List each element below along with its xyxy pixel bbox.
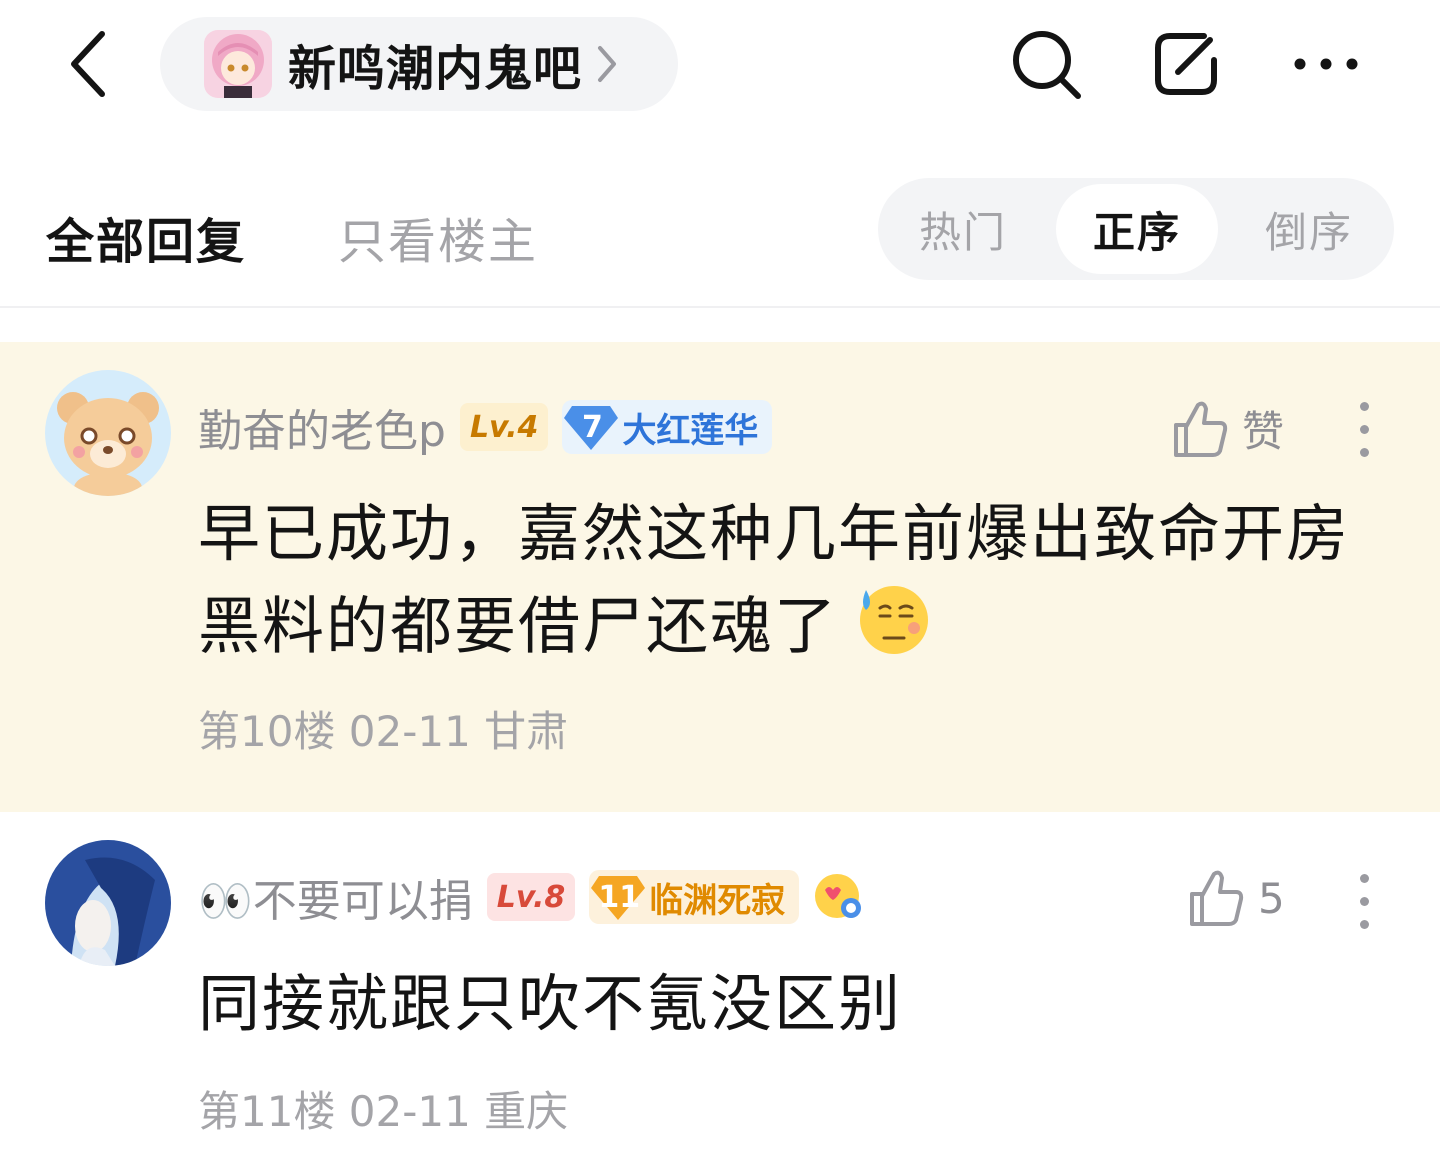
reply-item: 勤奋的老色p Lv.4 7 大红莲华 赞 早已成功，嘉然这种几年前爆出致命开房黑… [0,342,1440,812]
sweat-smile-emoji [854,580,930,681]
thumbs-up-icon [1190,870,1244,926]
reply-content: 早已成功，嘉然这种几年前爆出致命开房黑料的都要借尸还魂了 [198,488,1388,681]
share-icon [1155,33,1217,95]
thumbs-up-icon [1174,401,1228,457]
like-label: 赞 [1242,407,1285,456]
search-icon [1013,31,1081,99]
username[interactable]: 勤奋的老色p [198,395,446,459]
chevron-left-icon [71,31,105,97]
level-badge: Lv.4 [459,403,549,451]
member-title-badge: 7 大红莲华 [562,400,773,454]
level-badge: Lv.8 [486,873,576,921]
divider [0,306,1440,308]
like-count: 5 [1258,873,1285,923]
reply-more-button[interactable] [1344,394,1384,464]
like-button[interactable]: 赞 [1172,398,1284,459]
sort-hot[interactable]: 热门 [878,178,1048,280]
reply-content: 同接就跟只吹不氪没区别 [198,967,903,1040]
more-options-button[interactable] [1286,24,1366,104]
chevron-right-icon [596,44,618,84]
member-title: 大红莲华 [622,410,759,451]
avatar[interactable] [45,370,171,496]
share-button[interactable] [1146,24,1226,104]
sort-descending[interactable]: 倒序 [1224,178,1394,280]
member-title: 临渊死寂 [649,880,786,921]
reply-filter-bar: 全部回复 只看楼主 热门 正序 倒序 [0,170,1440,290]
back-button[interactable] [58,26,118,102]
avatar[interactable] [45,840,171,966]
reply-more-button[interactable] [1344,866,1384,936]
reply-meta: 第11楼 02-11 重庆 [198,1087,569,1136]
forum-link[interactable]: 新鸣潮内鬼吧 [160,17,678,111]
reply-item: 👀不要可以捐 Lv.8 11 临渊死寂 5 同接就跟只吹不氪没区别 第11楼 0… [0,812,1440,1174]
tab-all-replies[interactable]: 全部回复 [46,202,246,272]
reply-meta: 第10楼 02-11 甘肃 [198,707,569,756]
search-button[interactable] [1006,24,1086,104]
username[interactable]: 👀不要可以捐 [198,865,473,929]
sort-ascending[interactable]: 正序 [1056,184,1218,274]
like-button[interactable]: 5 [1188,868,1285,928]
forum-avatar [204,30,272,98]
forum-name: 新鸣潮内鬼吧 [288,41,583,97]
top-bar: 新鸣潮内鬼吧 [0,0,1440,130]
tab-only-op[interactable]: 只看楼主 [338,202,538,272]
member-title-badge: 11 临渊死寂 [589,870,800,924]
diamond-icon: 7 [562,400,622,454]
sort-toggle: 热门 正序 倒序 [878,178,1394,280]
heart-face-icon [813,872,863,922]
more-horizontal-icon [1294,58,1358,70]
user-info: 👀不要可以捐 Lv.8 11 临渊死寂 [198,862,863,932]
diamond-icon: 11 [589,870,649,924]
user-info: 勤奋的老色p Lv.4 7 大红莲华 [198,392,773,462]
